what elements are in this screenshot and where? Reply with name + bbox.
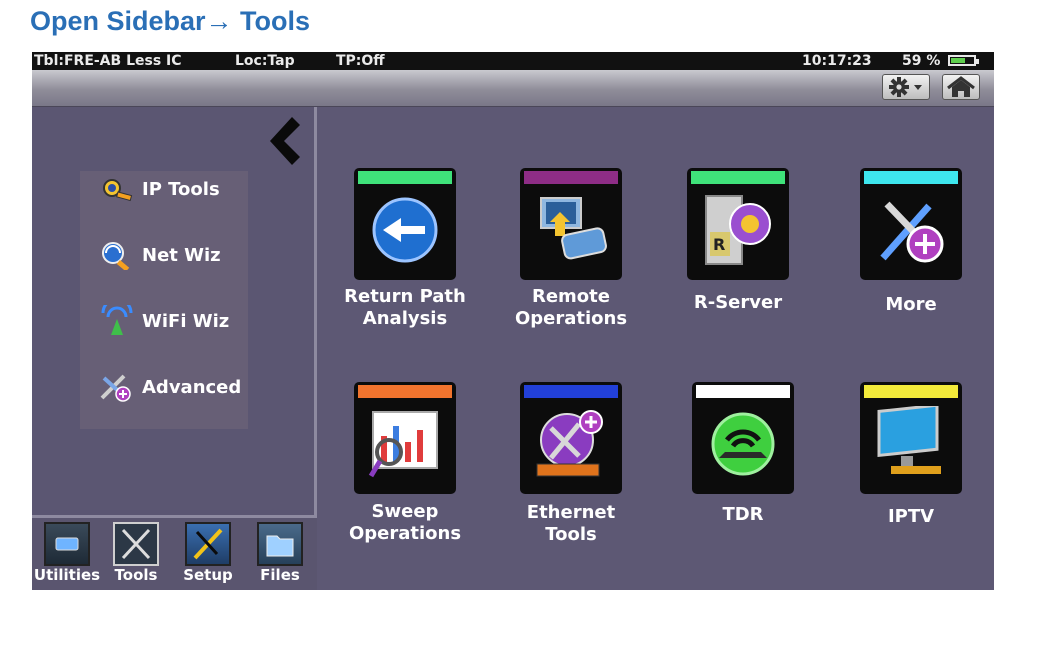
- svg-text:R: R: [713, 235, 725, 254]
- more-icon: [880, 201, 944, 263]
- ethernet-icon: [536, 410, 603, 477]
- dock-label: Files: [260, 566, 300, 584]
- app-ethernet-tools[interactable]: [520, 382, 622, 494]
- sidebar-item-label: WiFi Wiz: [142, 310, 230, 332]
- tdr-icon: [711, 412, 775, 476]
- sidebar-item-wifi-wiz[interactable]: WiFi Wiz: [98, 305, 230, 335]
- net-wiz-icon: [102, 242, 130, 270]
- utilities-icon: [44, 522, 90, 566]
- app-label: TDR: [722, 504, 764, 525]
- battery-icon: [948, 55, 979, 66]
- bottom-dock: Utilities Tools Setup Files: [32, 515, 317, 590]
- sidebar-item-label: Net Wiz: [142, 244, 221, 266]
- sidebar-item-ip-tools[interactable]: IP Tools: [98, 175, 220, 203]
- app-remote-operations[interactable]: [520, 168, 622, 280]
- status-battery-text: 59 %: [902, 53, 941, 69]
- color-band: [524, 385, 618, 398]
- dock-item-utilities[interactable]: Utilities: [32, 522, 102, 584]
- files-icon: [257, 522, 303, 566]
- app-sweep-operations[interactable]: [354, 382, 456, 494]
- color-band: [864, 171, 958, 184]
- app-return-path[interactable]: [354, 168, 456, 280]
- r-server-icon: R: [705, 195, 771, 265]
- sidebar: IP Tools Net Wiz WiFi Wiz Advanced Utili…: [32, 107, 317, 590]
- dock-label: Utilities: [33, 566, 101, 584]
- advanced-icon: [100, 374, 131, 402]
- top-toolbar: [32, 70, 994, 107]
- dock-label: Setup: [183, 566, 233, 584]
- color-band: [696, 385, 790, 398]
- tools-icon: [113, 522, 159, 566]
- app-iptv[interactable]: [860, 382, 962, 494]
- dock-item-files[interactable]: Files: [245, 522, 315, 584]
- wifi-wiz-icon: [101, 305, 133, 335]
- app-label: Remote Operations: [514, 286, 628, 329]
- color-band: [524, 171, 618, 184]
- page-title: Open Sidebar→ Tools: [30, 6, 311, 36]
- sweep-icon: [368, 411, 438, 478]
- sidebar-item-advanced[interactable]: Advanced: [98, 373, 242, 402]
- app-label: Sweep Operations: [348, 501, 462, 544]
- app-tdr[interactable]: [692, 382, 794, 494]
- status-table: Tbl:FRE-AB Less IC: [34, 53, 182, 69]
- sidebar-item-label: IP Tools: [142, 178, 220, 200]
- status-location: Loc:Tap: [235, 53, 295, 69]
- ip-tools-icon: [103, 179, 133, 202]
- status-bar: Tbl:FRE-AB Less IC Loc:Tap TP:Off 10:17:…: [32, 52, 994, 70]
- dock-item-tools[interactable]: Tools: [101, 522, 171, 584]
- status-tp: TP:Off: [336, 53, 385, 69]
- app-label: Return Path Analysis: [344, 286, 466, 329]
- setup-icon: [185, 522, 231, 566]
- remote-operations-icon: [540, 197, 607, 260]
- sidebar-item-label: Advanced: [142, 376, 242, 398]
- color-band: [358, 385, 452, 398]
- sidebar-item-net-wiz[interactable]: Net Wiz: [98, 241, 221, 270]
- status-time: 10:17:23: [802, 53, 872, 69]
- app-r-server[interactable]: R: [687, 168, 789, 280]
- app-label: Ethernet Tools: [526, 502, 616, 545]
- color-band: [691, 171, 785, 184]
- app-more[interactable]: [860, 168, 962, 280]
- gear-icon[interactable]: [882, 74, 930, 100]
- iptv-icon: [877, 406, 941, 474]
- color-band: [864, 385, 958, 398]
- home-icon[interactable]: [942, 74, 980, 100]
- dock-label: Tools: [114, 566, 158, 584]
- app-label: R-Server: [693, 292, 783, 313]
- device-screen: Tbl:FRE-AB Less IC Loc:Tap TP:Off 10:17:…: [32, 52, 994, 590]
- chevron-left-icon[interactable]: [262, 113, 302, 169]
- dock-item-setup[interactable]: Setup: [173, 522, 243, 584]
- app-label: IPTV: [887, 506, 935, 527]
- color-band: [358, 171, 452, 184]
- app-label: More: [885, 294, 937, 315]
- return-path-icon: [372, 197, 438, 263]
